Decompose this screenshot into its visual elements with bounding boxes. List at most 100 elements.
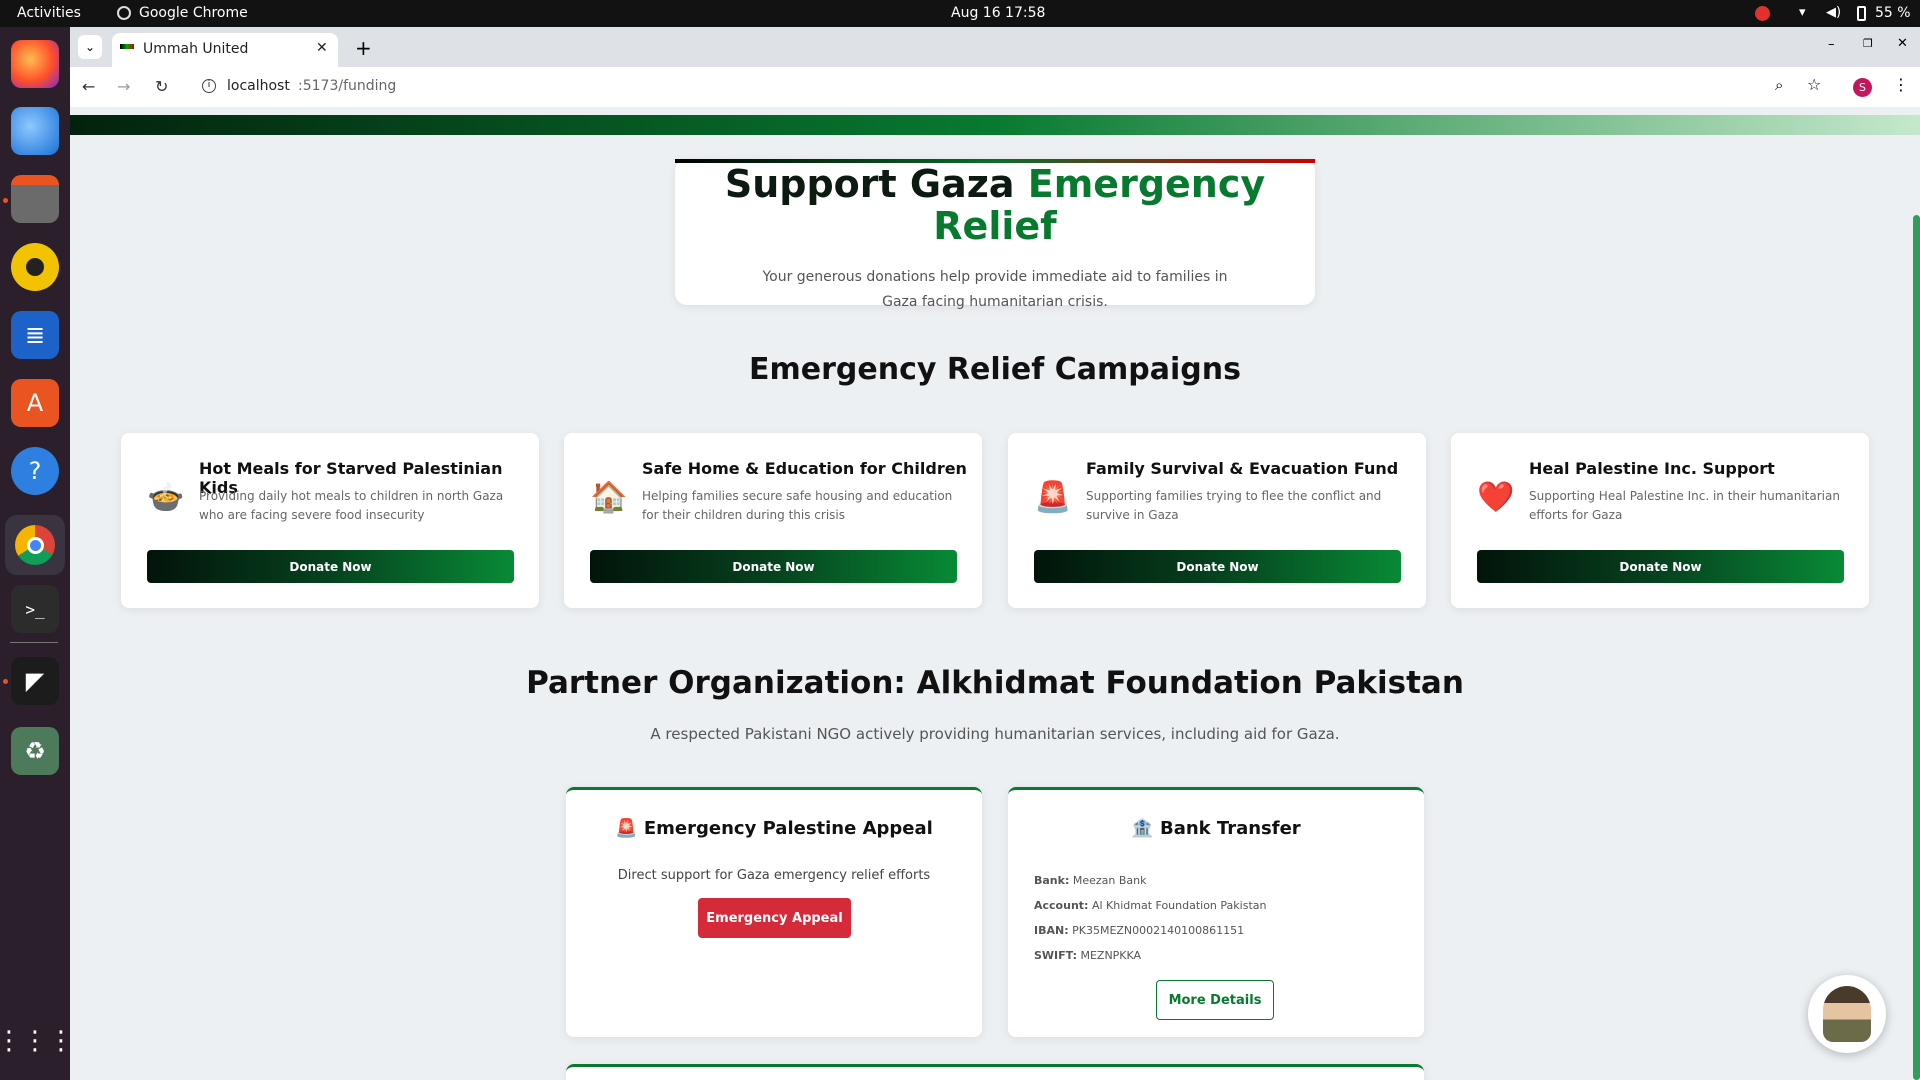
swift-label: SWIFT: — [1034, 949, 1077, 962]
active-app-name[interactable]: Google Chrome — [139, 5, 248, 21]
appeal-title-row: 🚨 Emergency Palestine Appeal — [566, 818, 982, 839]
account-value: Al Khidmat Foundation Pakistan — [1091, 899, 1267, 912]
donate-now-button[interactable]: Donate Now — [1477, 550, 1844, 583]
header-gradient-band — [70, 115, 1920, 135]
activities-button[interactable]: Activities — [17, 5, 81, 21]
app-icon[interactable]: ◤ — [11, 657, 59, 705]
bank-transfer-card: 🏦 Bank Transfer Bank: Meezan Bank Accoun… — [1008, 787, 1424, 1037]
chatbot-avatar-icon — [1823, 986, 1871, 1042]
tab-title: Ummah United — [143, 41, 249, 57]
menu-icon[interactable]: ⋮ — [1893, 75, 1909, 94]
campaign-card: 🍲 Hot Meals for Starved Palestinian Kids… — [121, 433, 539, 608]
minimize-icon[interactable]: – — [1828, 37, 1835, 52]
account-row: Account: Al Khidmat Foundation Pakistan — [1034, 893, 1266, 918]
toolbar: ← → ↻ i localhost :5173/funding ⌕ ☆ S ⋮ — [70, 67, 1920, 107]
emergency-appeal-button[interactable]: Emergency Appeal — [698, 898, 851, 938]
more-details-button[interactable]: More Details — [1156, 980, 1274, 1020]
campaign-desc: Supporting Heal Palestine Inc. in their … — [1529, 489, 1840, 522]
bookmark-star-icon[interactable]: ☆ — [1807, 75, 1821, 94]
app-center-icon[interactable]: A — [11, 379, 59, 427]
chatbot-avatar-button[interactable] — [1808, 975, 1886, 1053]
do-not-disturb-icon[interactable] — [1755, 6, 1770, 21]
writer-icon[interactable]: ≣ — [11, 311, 59, 359]
tab-ummah-united[interactable]: Ummah United ✕ — [112, 33, 338, 67]
trash-icon[interactable]: ♻ — [11, 727, 59, 775]
campaign-desc: Supporting families trying to flee the c… — [1086, 489, 1382, 522]
os-top-bar: Activities Google Chrome Aug 16 17:58 ▾ … — [0, 0, 1920, 27]
reload-icon[interactable]: ↻ — [155, 77, 168, 96]
heart-icon: ❤️ — [1477, 480, 1515, 515]
hero-title: Support Gaza Emergency Relief — [675, 163, 1315, 247]
zoom-icon[interactable]: ⌕ — [1775, 76, 1783, 94]
close-tab-icon[interactable]: ✕ — [316, 40, 328, 56]
donate-now-button[interactable]: Donate Now — [1034, 550, 1401, 583]
help-icon[interactable]: ? — [11, 447, 59, 495]
partner-subtitle: A respected Pakistani NGO actively provi… — [650, 725, 1340, 743]
forward-icon[interactable]: → — [117, 77, 130, 96]
volume-icon[interactable]: ◀) — [1826, 5, 1841, 20]
profile-avatar[interactable]: S — [1853, 78, 1872, 97]
url-host: localhost — [227, 78, 290, 94]
swift-row: SWIFT: MEZNPKKA — [1034, 943, 1266, 968]
battery-percent[interactable]: 55 % — [1875, 5, 1911, 21]
wifi-icon[interactable]: ▾ — [1799, 5, 1806, 20]
chrome-small-icon — [117, 6, 131, 20]
account-label: Account: — [1034, 899, 1089, 912]
show-apps-icon[interactable]: ⋮⋮⋮ — [0, 1017, 74, 1065]
address-bar[interactable]: i localhost :5173/funding ⌕ ☆ — [190, 69, 1890, 105]
siren-icon: 🚨 — [615, 818, 638, 839]
bank-value: Meezan Bank — [1072, 874, 1147, 887]
running-indicator — [3, 679, 8, 684]
campaign-desc: Providing daily hot meals to children in… — [199, 489, 504, 522]
appeal-card: 🚨 Emergency Palestine Appeal Direct supp… — [566, 787, 982, 1037]
appeal-title: Emergency Palestine Appeal — [643, 818, 933, 839]
bank-details: Bank: Meezan Bank Account: Al Khidmat Fo… — [1034, 868, 1266, 968]
firefox-icon[interactable] — [11, 40, 59, 88]
iban-label: IBAN: — [1034, 924, 1069, 937]
running-indicator — [3, 198, 8, 203]
tab-search-icon[interactable]: ⌄ — [78, 35, 102, 59]
scrollbar-thumb[interactable] — [1913, 215, 1920, 1080]
campaign-card: ❤️ Heal Palestine Inc. Support Supportin… — [1451, 433, 1869, 608]
terminal-icon[interactable]: >_ — [11, 585, 59, 633]
files-icon[interactable] — [11, 175, 59, 223]
bank-label: Bank: — [1034, 874, 1070, 887]
close-window-icon[interactable]: ✕ — [1897, 36, 1908, 51]
house-icon: 🏠 — [590, 480, 628, 515]
tab-strip: ⌄ Ummah United ✕ + – ❐ ✕ — [70, 27, 1920, 67]
donate-now-button[interactable]: Donate Now — [147, 550, 514, 583]
hero-title-emergency: Emergency — [1027, 162, 1266, 206]
hero-title-relief: Relief — [933, 204, 1057, 248]
thunderbird-icon[interactable] — [11, 107, 59, 155]
site-info-icon[interactable]: i — [202, 79, 216, 93]
campaign-title: Heal Palestine Inc. Support — [1529, 459, 1775, 478]
campaign-title: Family Survival & Evacuation Fund — [1086, 459, 1399, 478]
rhythmbox-icon[interactable] — [11, 243, 59, 291]
partner-heading: Partner Organization: Alkhidmat Foundati… — [526, 665, 1464, 701]
iban-value: PK35MEZN0002140100861151 — [1072, 924, 1245, 937]
battery-icon[interactable] — [1857, 6, 1866, 21]
bank-title-row: 🏦 Bank Transfer — [1008, 818, 1424, 839]
bank-icon: 🏦 — [1131, 818, 1154, 839]
swift-value: MEZNPKKA — [1080, 949, 1142, 962]
restore-icon[interactable]: ❐ — [1863, 37, 1873, 50]
url-path: :5173/funding — [298, 78, 397, 94]
hot-meal-icon: 🍲 — [147, 480, 185, 515]
chrome-dock-selected[interactable] — [5, 515, 65, 575]
campaigns-heading: Emergency Relief Campaigns — [749, 352, 1241, 387]
new-tab-icon[interactable]: + — [355, 36, 372, 60]
back-icon[interactable]: ← — [82, 77, 95, 96]
dock: ≣ A ? >_ ◤ ♻ ⋮⋮⋮ — [0, 27, 74, 1080]
next-card-partial — [566, 1064, 1424, 1080]
hero-subtitle: Your generous donations help provide imm… — [762, 269, 1228, 310]
bank-row: Bank: Meezan Bank — [1034, 868, 1266, 893]
donate-now-button[interactable]: Donate Now — [590, 550, 957, 583]
campaign-card: 🏠 Safe Home & Education for Children Hel… — [564, 433, 982, 608]
iban-row: IBAN: PK35MEZN0002140100861151 — [1034, 918, 1266, 943]
dock-separator — [10, 642, 58, 643]
clock[interactable]: Aug 16 17:58 — [951, 5, 1045, 21]
favicon-icon — [120, 44, 134, 49]
campaign-title: Safe Home & Education for Children — [642, 459, 967, 478]
campaign-card: 🚨 Family Survival & Evacuation Fund Supp… — [1008, 433, 1426, 608]
appeal-desc: Direct support for Gaza emergency relief… — [617, 868, 931, 883]
